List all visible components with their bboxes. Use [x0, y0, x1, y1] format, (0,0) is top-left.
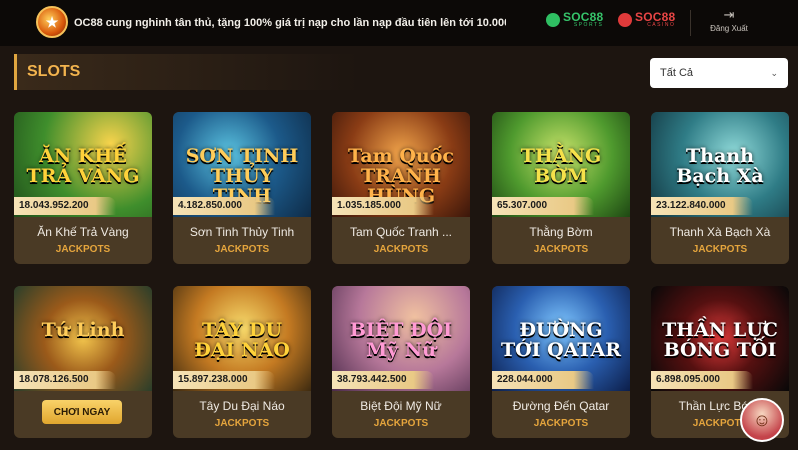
jackpot-amount: 18.078.126.500 [14, 371, 116, 389]
game-art-title: Thanh Bạch Xà [676, 145, 764, 187]
soc88-sports-logo-icon [546, 12, 560, 27]
game-name: Thằng Bờm [529, 225, 593, 239]
game-name: Ăn Khế Trả Vàng [37, 225, 129, 239]
support-chat-avatar[interactable]: ☺ [740, 398, 784, 442]
game-thumbnail[interactable]: THẰNG BỜM 65.307.000 [492, 112, 630, 217]
game-tag: JACKPOTS [692, 244, 748, 255]
play-now-button[interactable]: CHƠI NGAY [42, 400, 122, 424]
jackpot-amount: 6.898.095.000 [651, 371, 753, 389]
game-art-title: ĐƯỜNG TỚI QATAR [500, 319, 622, 361]
game-art-title: TÂY DU ĐẠI NÁO [194, 319, 290, 361]
game-name: Đường Đến Qatar [512, 399, 610, 413]
game-name: Biệt Đội Mỹ Nữ [360, 399, 442, 413]
section-header: SLOTS [14, 54, 358, 90]
game-thumbnail[interactable]: BIỆT ĐỘI Mỹ Nữ 38.793.442.500 [332, 286, 470, 391]
game-name: Tam Quốc Tranh ... [349, 225, 453, 239]
game-tag: JACKPOTS [214, 244, 270, 255]
jackpot-amount: 1.035.185.000 [332, 197, 434, 215]
logout-button[interactable]: ⇥ Đăng Xuất [702, 7, 756, 34]
game-art-title: Tứ Linh [41, 319, 125, 341]
chevron-down-icon: ⌄ [770, 67, 778, 78]
jackpot-amount: 4.182.850.000 [173, 197, 275, 215]
jackpot-amount: 23.122.840.000 [651, 197, 753, 215]
filter-value: Tất Cả [660, 67, 694, 79]
game-tag: JACKPOTS [214, 418, 270, 429]
jackpot-amount: 228.044.000 [492, 371, 594, 389]
jackpot-amount: 38.793.442.500 [332, 371, 434, 389]
jackpot-amount: 15.897.238.000 [173, 371, 275, 389]
game-tag: JACKPOTS [373, 418, 429, 429]
promo-marquee[interactable]: OC88 cung nghinh tân thủ, tặng 100% giá … [74, 14, 506, 32]
game-card[interactable]: ĂN KHẾ TRẢ VÀNG 18.043.952.200 Ăn Khế Tr… [14, 112, 152, 264]
logout-icon: ⇥ [723, 7, 735, 22]
topbar-divider [690, 10, 691, 36]
brand-soc88-sports[interactable]: SOC88 SPORTS [546, 11, 603, 28]
brand-soc88-casino[interactable]: SOC88 CASINO [618, 11, 675, 28]
game-art-title: ĂN KHẾ TRẢ VÀNG [26, 145, 140, 187]
game-thumbnail[interactable]: ĐƯỜNG TỚI QATAR 228.044.000 [492, 286, 630, 391]
game-card[interactable]: THẰNG BỜM 65.307.000 Thằng Bờm JACKPOTS [492, 112, 630, 264]
game-tag: JACKPOTS [533, 244, 589, 255]
game-thumbnail[interactable]: ĂN KHẾ TRẢ VÀNG 18.043.952.200 [14, 112, 152, 217]
category-filter-select[interactable]: Tất Cả ⌄ [650, 58, 788, 88]
game-tag: JACKPOTS [373, 244, 429, 255]
logout-label: Đăng Xuất [710, 24, 748, 33]
game-tag: JACKPOTS [55, 244, 111, 255]
game-card[interactable]: Thanh Bạch Xà 23.122.840.000 Thanh Xà Bạ… [651, 112, 789, 264]
game-card[interactable]: TÂY DU ĐẠI NÁO 15.897.238.000 Tây Du Đại… [173, 286, 311, 438]
game-card[interactable]: Tam Quốc TRANH HÙNG 1.035.185.000 Tam Qu… [332, 112, 470, 264]
game-art-title: BIỆT ĐỘI Mỹ Nữ [349, 319, 453, 361]
game-card[interactable]: ĐƯỜNG TỚI QATAR 228.044.000 Đường Đến Qa… [492, 286, 630, 438]
jackpot-amount: 65.307.000 [492, 197, 594, 215]
game-thumbnail[interactable]: SƠN TINH THỦY TINH 4.182.850.000 [173, 112, 311, 217]
game-thumbnail[interactable]: TÂY DU ĐẠI NÁO 15.897.238.000 [173, 286, 311, 391]
game-name: Thanh Xà Bạch Xà [669, 225, 771, 239]
game-name: Tây Du Đại Náo [199, 399, 285, 413]
game-name: Sơn Tinh Thủy Tinh [189, 225, 295, 239]
game-tag: JACKPOTS [533, 418, 589, 429]
brand-casino-sub: CASINO [647, 22, 676, 28]
game-thumbnail[interactable]: Thanh Bạch Xà 23.122.840.000 [651, 112, 789, 217]
game-card[interactable]: SƠN TINH THỦY TINH 4.182.850.000 Sơn Tin… [173, 112, 311, 264]
brand-sports-sub: SPORTS [573, 22, 604, 28]
game-art-title: THẰNG BỜM [520, 145, 602, 187]
game-thumbnail[interactable]: Tam Quốc TRANH HÙNG 1.035.185.000 [332, 112, 470, 217]
soc88-casino-logo-icon [618, 12, 632, 27]
game-thumbnail[interactable]: Tứ Linh 18.078.126.500 [14, 286, 152, 391]
top-bar: ★ OC88 cung nghinh tân thủ, tặng 100% gi… [0, 0, 798, 46]
game-card[interactable]: Tứ Linh 18.078.126.500 CHƠI NGAY [14, 286, 152, 438]
promo-badge-icon[interactable]: ★ [36, 6, 68, 38]
jackpot-amount: 18.043.952.200 [14, 197, 116, 215]
game-thumbnail[interactable]: THẦN LỰC BÓNG TỐI 6.898.095.000 [651, 286, 789, 391]
section-title: SLOTS [27, 63, 81, 80]
game-card[interactable]: BIỆT ĐỘI Mỹ Nữ 38.793.442.500 Biệt Đội M… [332, 286, 470, 438]
game-art-title: THẦN LỰC BÓNG TỐI [662, 319, 778, 361]
